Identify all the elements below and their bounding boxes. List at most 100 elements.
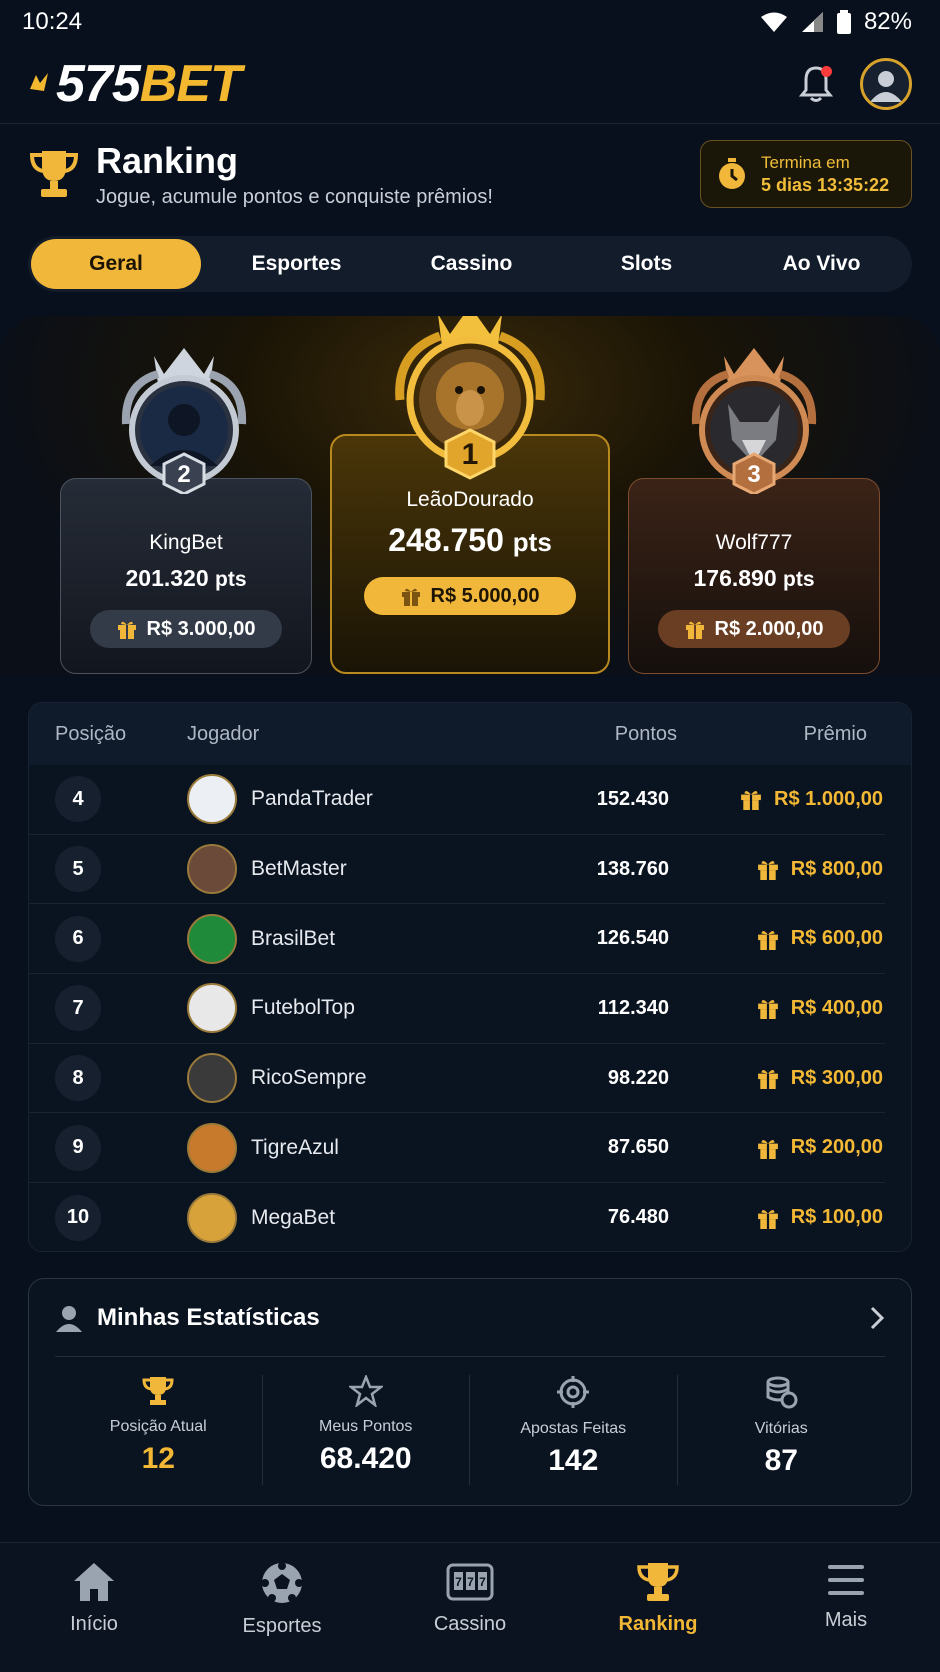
svg-text:7: 7 <box>455 1575 462 1589</box>
player-cell: FutebolTop <box>187 983 547 1034</box>
stat-my-points: Meus Pontos 68.420 <box>263 1373 470 1485</box>
wifi-icon <box>760 12 787 32</box>
player-prize: R$ 800,00 <box>677 858 885 881</box>
stopwatch-icon <box>719 158 745 189</box>
user-icon <box>870 70 902 102</box>
player-avatar <box>187 1053 237 1104</box>
gift-icon <box>757 930 778 950</box>
podium-name: LeãoDourado <box>406 488 534 511</box>
podium-points: 201.320 pts <box>125 565 247 591</box>
player-name: MegaBet <box>251 1205 336 1229</box>
nav-mais[interactable]: Mais <box>752 1543 940 1672</box>
rank-badge-second: 2 <box>177 461 190 488</box>
page-subtitle: Jogue, acumule pontos e conquiste prêmio… <box>96 185 493 208</box>
podium-card-third[interactable]: Wolf777 176.890 pts R$ 2.000,00 <box>628 478 880 674</box>
player-avatar <box>187 1122 237 1173</box>
gift-icon <box>757 1209 778 1229</box>
player-avatar <box>187 844 237 895</box>
rank-number: 8 <box>55 1055 101 1102</box>
status-icons: 82% <box>760 8 912 36</box>
player-points: 126.540 <box>596 927 669 950</box>
player-cell: RicoSempre <box>187 1053 547 1104</box>
table-header: Posição Jogador Pontos Prêmio <box>29 703 911 765</box>
rank-number: 9 <box>55 1124 101 1171</box>
nav-esportes[interactable]: Esportes <box>188 1543 376 1672</box>
player-cell: MegaBet <box>187 1192 547 1243</box>
header-prize: Prêmio <box>803 722 867 745</box>
ranking-header: Ranking Jogue, acumule pontos e conquist… <box>28 138 912 210</box>
podium-points: 176.890 pts <box>693 565 815 591</box>
player-points: 87.650 <box>607 1136 669 1159</box>
my-stats-card: Minhas Estatísticas Posição Atual 12 Meu… <box>28 1278 912 1506</box>
player-points: 112.340 <box>597 996 669 1019</box>
nav-inicio[interactable]: Início <box>0 1543 188 1672</box>
player-prize: R$ 300,00 <box>677 1067 885 1090</box>
timer-label: Termina em <box>761 152 850 172</box>
ranking-table: Posição Jogador Pontos Prêmio 4 PandaTrad… <box>28 702 912 1252</box>
lion-logo-icon <box>30 72 48 91</box>
star-icon <box>347 1373 385 1409</box>
tab-cassino[interactable]: Cassino <box>384 239 559 289</box>
battery-percent: 82% <box>863 8 912 35</box>
gift-icon <box>757 1139 778 1159</box>
user-icon <box>56 1305 82 1332</box>
stat-bets-placed: Apostas Feitas 142 <box>470 1375 678 1485</box>
table-row[interactable]: 9 TigreAzul 87.650 R$ 200,00 <box>29 1113 885 1184</box>
stat-wins: Vitórias 87 <box>678 1375 886 1485</box>
signal-icon <box>801 12 823 32</box>
table-row[interactable]: 4 PandaTrader 152.430 R$ 1.000,00 <box>29 765 885 835</box>
svg-text:7: 7 <box>467 1575 474 1589</box>
player-cell: BetMaster <box>187 844 547 895</box>
rank-number: 7 <box>55 985 101 1032</box>
player-points: 138.760 <box>596 857 669 880</box>
gift-icon <box>401 588 420 606</box>
table-row[interactable]: 10 MegaBet 76.480 R$ 100,00 <box>29 1183 885 1251</box>
chevron-right-icon[interactable] <box>869 1305 885 1331</box>
player-prize: R$ 1.000,00 <box>677 788 885 811</box>
trophy-icon <box>142 1377 174 1405</box>
player-avatar <box>187 913 237 964</box>
notification-bell-icon[interactable] <box>798 64 834 104</box>
gift-icon <box>757 1070 778 1090</box>
status-bar: 10:24 82% <box>0 0 940 44</box>
podium-prize: R$ 3.000,00 <box>90 610 282 648</box>
profile-avatar-button[interactable] <box>860 57 912 110</box>
player-prize: R$ 200,00 <box>677 1136 885 1159</box>
bottom-navigation: Início Esportes 777 Cassino Ranking Mais <box>0 1542 940 1672</box>
stat-current-position: Posição Atual 12 <box>55 1375 263 1485</box>
player-avatar <box>187 774 237 825</box>
table-row[interactable]: 6 BrasilBet 126.540 R$ 600,00 <box>29 904 885 975</box>
svg-text:7: 7 <box>479 1575 486 1589</box>
tab-ao-vivo[interactable]: Ao Vivo <box>734 239 909 289</box>
stats-title: Minhas Estatísticas <box>97 1303 320 1331</box>
podium-prize: R$ 2.000,00 <box>658 610 850 648</box>
table-row[interactable]: 5 BetMaster 138.760 R$ 800,00 <box>29 835 885 905</box>
player-prize: R$ 600,00 <box>677 927 885 950</box>
soccer-ball-icon <box>261 1562 303 1603</box>
player-name: RicoSempre <box>251 1066 367 1090</box>
tab-esportes[interactable]: Esportes <box>209 239 384 289</box>
podium-name: KingBet <box>149 531 223 554</box>
player-avatar <box>187 1192 237 1243</box>
nav-ranking[interactable]: Ranking <box>564 1543 752 1672</box>
tab-geral[interactable]: Geral <box>31 239 201 289</box>
tab-slots[interactable]: Slots <box>559 239 734 289</box>
podium-name: Wolf777 <box>715 531 793 554</box>
player-prize: R$ 100,00 <box>677 1206 885 1229</box>
brand-logo[interactable]: 575BET <box>28 58 242 110</box>
page-title: Ranking <box>96 139 239 181</box>
status-time: 10:24 <box>22 8 83 35</box>
stats-header[interactable]: Minhas Estatísticas <box>55 1279 885 1357</box>
gift-icon <box>757 861 778 881</box>
menu-icon <box>828 1565 864 1595</box>
table-row[interactable]: 7 FutebolTop 112.340 R$ 400,00 <box>29 974 885 1044</box>
home-icon <box>74 1563 114 1601</box>
target-icon <box>557 1376 590 1408</box>
podium: KingBet 201.320 pts R$ 3.000,00 2 LeãoDo… <box>0 316 940 676</box>
rank-number: 5 <box>55 846 101 893</box>
table-row[interactable]: 8 RicoSempre 98.220 R$ 300,00 <box>29 1044 885 1114</box>
podium-card-second[interactable]: KingBet 201.320 pts R$ 3.000,00 <box>60 478 312 674</box>
player-name: PandaTrader <box>251 787 373 811</box>
nav-cassino[interactable]: 777 Cassino <box>376 1543 564 1672</box>
player-name: BrasilBet <box>251 926 336 950</box>
